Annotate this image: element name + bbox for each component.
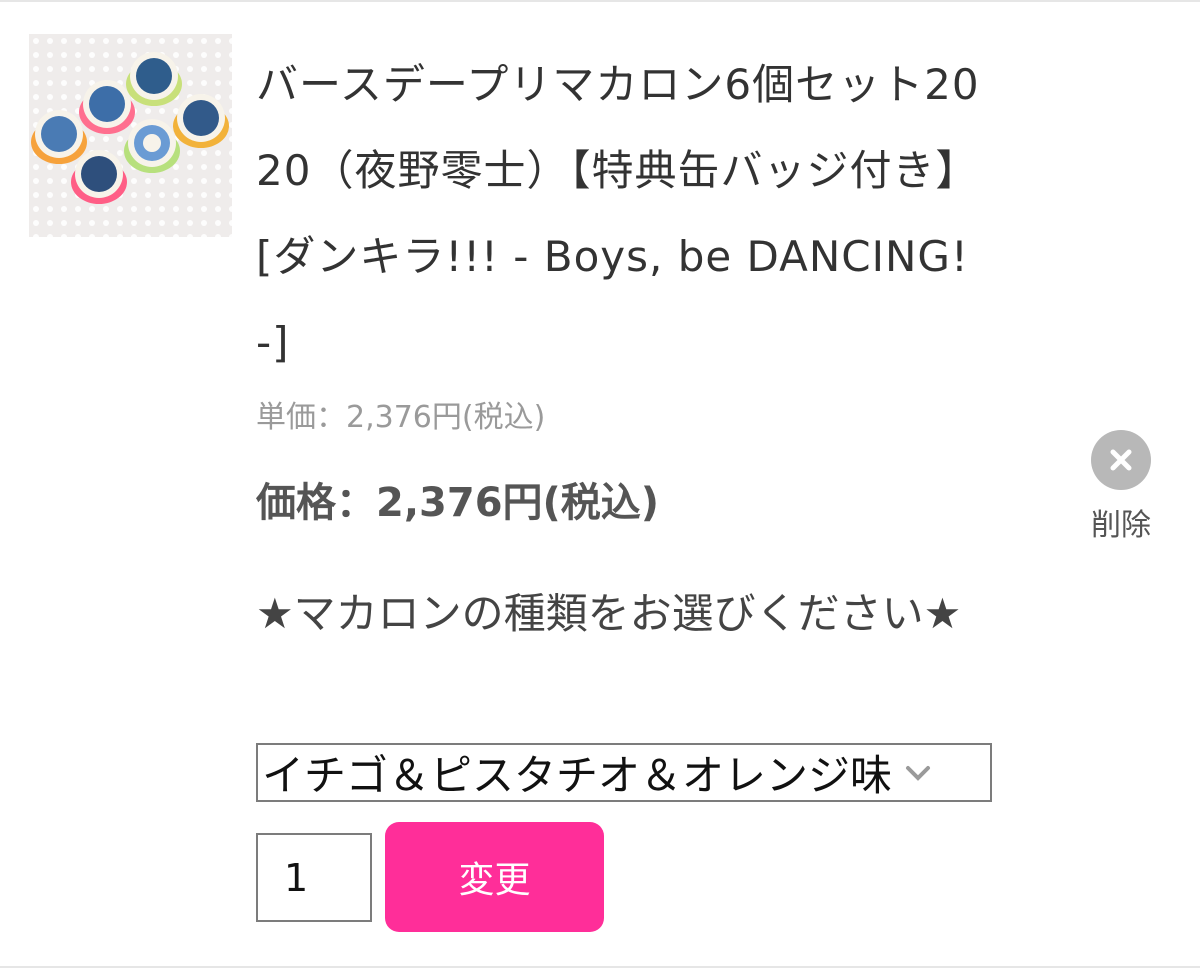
option-label: ★マカロンの種類をお選びください★ (256, 589, 962, 638)
cart-item: バースデープリマカロン6個セット2020（夜野零士）【特典缶バッジ付き】[ダンキ… (0, 0, 1200, 968)
change-button[interactable]: 変更 (385, 822, 604, 932)
total-price: 価格：2,376円(税込) (256, 480, 660, 526)
macaron-image (29, 34, 232, 237)
delete-label: 削除 (1091, 508, 1151, 543)
chevron-down-icon (906, 766, 930, 781)
unit-price: 単価：2,376円(税込) (256, 400, 546, 435)
product-thumbnail[interactable] (29, 34, 232, 237)
quantity-input[interactable] (256, 833, 372, 922)
close-icon (1091, 430, 1151, 490)
macaron-type-select[interactable]: イチゴ＆ピスタチオ＆オレンジ味 (256, 743, 992, 802)
selected-option: イチゴ＆ピスタチオ＆オレンジ味 (262, 751, 893, 800)
product-title[interactable]: バースデープリマカロン6個セット2020（夜野零士）【特典缶バッジ付き】[ダンキ… (256, 42, 991, 386)
delete-button[interactable]: 削除 (1076, 430, 1166, 543)
